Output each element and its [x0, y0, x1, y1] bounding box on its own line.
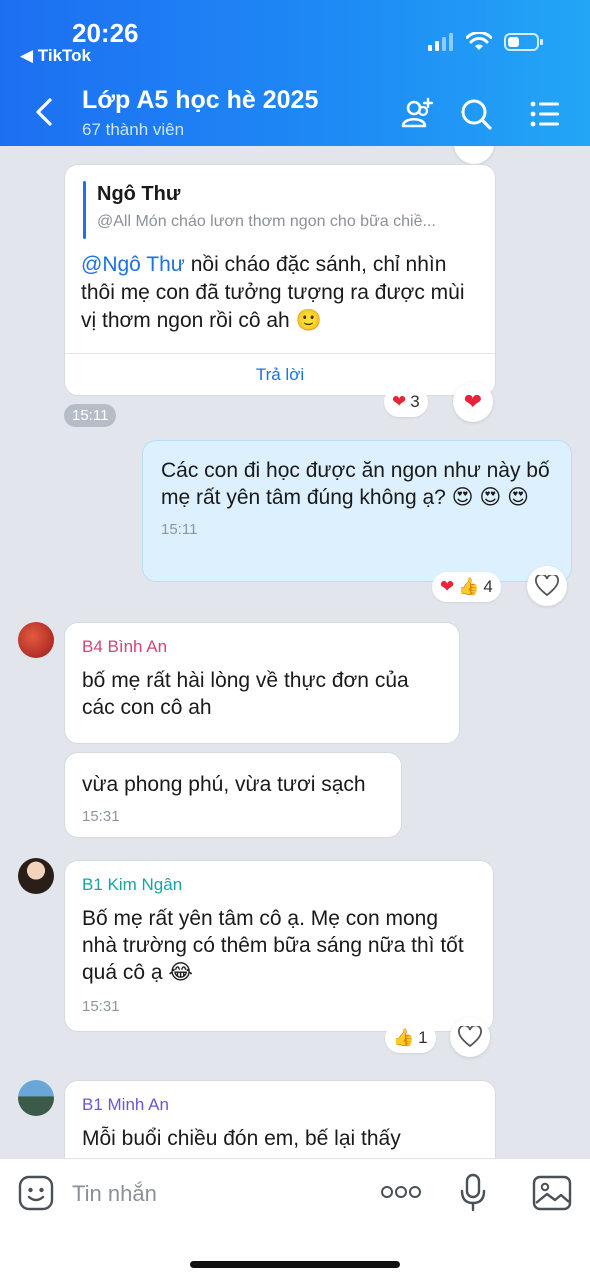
- image-gallery-icon[interactable]: [532, 1175, 572, 1211]
- more-options-icon[interactable]: [380, 1185, 422, 1199]
- avatar[interactable]: [18, 858, 54, 894]
- reaction-summary[interactable]: 👍 1: [385, 1023, 436, 1053]
- quote-preview[interactable]: @All Món cháo lươn thơm ngon cho bữa chi…: [97, 213, 436, 231]
- heart-icon: ❤: [392, 392, 407, 411]
- back-arrow-icon[interactable]: [24, 92, 64, 132]
- chat-header: 20:26 ◀ TikTok Lớp A5 học hè 2025 67 thà…: [0, 0, 590, 146]
- message-bubble-reply[interactable]: Ngô Thư @All Món cháo lươn thơm ngon cho…: [64, 164, 496, 396]
- microphone-icon[interactable]: [458, 1173, 488, 1213]
- message-text: bố mẹ rất hài lòng về thực đơn của các c…: [82, 669, 409, 719]
- status-icons: [428, 32, 544, 52]
- mention-link[interactable]: @Ngô Thư: [81, 253, 185, 276]
- chat-title[interactable]: Lớp A5 học hè 2025: [82, 86, 318, 115]
- message-bubble[interactable]: B1 Minh An Mỗi buổi chiều đón em, bế lại…: [64, 1080, 496, 1158]
- quote-bar: [83, 181, 86, 239]
- message-text: Bố mẹ rất yên tâm cô ạ. Mẹ con mong nhà …: [82, 907, 464, 984]
- member-count[interactable]: 67 thành viên: [82, 120, 184, 140]
- message-bubble[interactable]: B4 Bình An bố mẹ rất hài lòng về thực đơ…: [64, 622, 460, 744]
- heart-outline-icon: [535, 575, 559, 597]
- heart-icon: ❤: [440, 577, 455, 596]
- reaction-summary[interactable]: ❤ 👍 4: [432, 572, 501, 602]
- heart-icon: ❤: [463, 389, 483, 414]
- message-bubble[interactable]: B1 Kim Ngân Bố mẹ rất yên tâm cô ạ. Mẹ c…: [64, 860, 494, 1032]
- signal-icon: [428, 33, 453, 51]
- message-bubble[interactable]: vừa phong phú, vừa tươi sạch 15:31: [64, 752, 402, 838]
- add-member-icon[interactable]: [398, 94, 438, 134]
- message-text: @Ngô Thư nồi cháo đặc sánh, chỉ nhìn thô…: [81, 251, 481, 335]
- search-icon[interactable]: [456, 94, 496, 134]
- message-time: 15:31: [82, 808, 120, 825]
- wifi-icon: [466, 32, 492, 50]
- message-text: Mỗi buổi chiều đón em, bế lại thấy: [82, 1127, 401, 1150]
- quote-sender: Ngô Thư: [97, 183, 181, 205]
- message-time: 15:11: [64, 404, 117, 427]
- react-heart-button[interactable]: [527, 566, 567, 606]
- battery-icon: [504, 33, 543, 51]
- react-heart-button[interactable]: [450, 1017, 490, 1057]
- message-text: vừa phong phú, vừa tươi sạch: [82, 773, 366, 796]
- reply-button[interactable]: Trả lời: [65, 365, 495, 385]
- message-time: 15:11: [161, 521, 198, 538]
- avatar[interactable]: [18, 1080, 54, 1116]
- message-time: 15:31: [82, 998, 120, 1015]
- reaction-count: 1: [418, 1028, 428, 1047]
- thumbs-up-icon: 👍: [393, 1028, 415, 1047]
- reaction-button-partial[interactable]: [454, 146, 494, 164]
- status-time: 20:26: [72, 18, 139, 48]
- heart-outline-icon: [458, 1026, 482, 1048]
- back-app-label: TikTok: [37, 46, 92, 65]
- back-triangle-icon: ◀: [20, 46, 38, 65]
- sender-name[interactable]: B1 Kim Ngân: [82, 875, 476, 895]
- thumbs-up-icon: 👍: [458, 577, 480, 596]
- sender-name[interactable]: B4 Bình An: [82, 637, 442, 657]
- reacted-heart-button[interactable]: ❤: [453, 382, 493, 422]
- avatar[interactable]: [18, 622, 54, 658]
- back-to-app-link[interactable]: ◀ TikTok: [20, 46, 91, 66]
- home-indicator[interactable]: [190, 1261, 400, 1268]
- divider: [65, 353, 495, 354]
- reaction-count: 4: [483, 577, 493, 596]
- message-input[interactable]: Tin nhắn: [72, 1181, 157, 1207]
- reaction-summary[interactable]: ❤ 3: [384, 387, 428, 417]
- sender-name[interactable]: B1 Minh An: [82, 1095, 478, 1115]
- emoji-sticker-icon[interactable]: [18, 1175, 54, 1211]
- message-text: Các con đi học được ăn ngon như này bố m…: [161, 459, 550, 509]
- reaction-count: 3: [410, 392, 420, 411]
- menu-list-icon[interactable]: [524, 94, 564, 134]
- message-list[interactable]: Ngô Thư @All Món cháo lươn thơm ngon cho…: [0, 146, 590, 1158]
- message-bubble-own[interactable]: Các con đi học được ăn ngon như này bố m…: [142, 440, 572, 582]
